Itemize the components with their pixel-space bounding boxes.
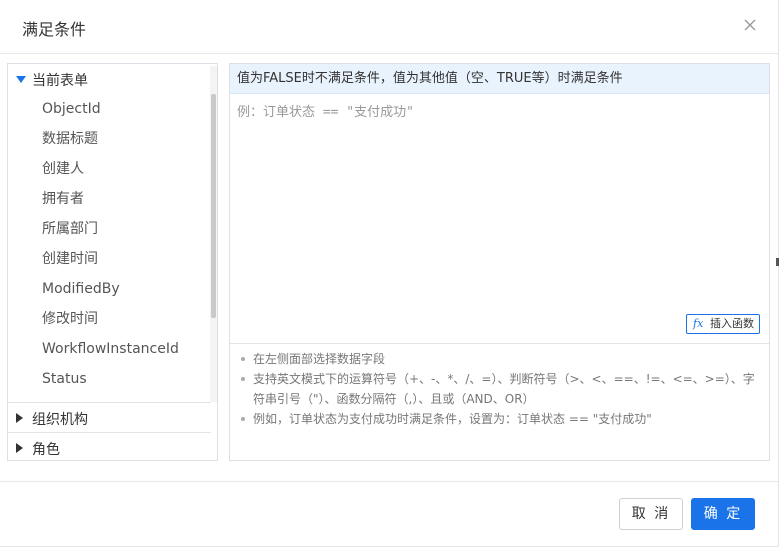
tree-group-current-form[interactable]: 当前表单 bbox=[8, 64, 211, 94]
field-tree-panel: 当前表单 ObjectId 数据标题 创建人 拥有者 所属部门 创建时间 Mod… bbox=[7, 63, 218, 461]
confirm-button[interactable]: 确 定 bbox=[691, 498, 755, 530]
insert-function-label: 插入函数 bbox=[710, 317, 754, 330]
help-note-text: 在左侧面部选择数据字段 bbox=[253, 352, 386, 366]
help-note-text: 例如，订单状态为支付成功时满足条件，设置为：订单状态 == "支付成功" bbox=[253, 412, 652, 426]
field-item-creator[interactable]: 创建人 bbox=[8, 154, 211, 184]
help-note: 在左侧面部选择数据字段 bbox=[238, 349, 763, 369]
insert-function-button[interactable]: fx 插入函数 bbox=[686, 314, 760, 334]
formula-hint: 值为FALSE时不满足条件，值为其他值（空、TRUE等）时满足条件 bbox=[230, 64, 769, 94]
help-note: 支持英文模式下的运算符号（+、-、*、/、=）、判断符号（>、<、==、!=、<… bbox=[238, 369, 763, 409]
field-item-workflowinstanceid[interactable]: WorkflowInstanceId bbox=[8, 334, 211, 364]
help-note-text: 支持英文模式下的运算符号（+、-、*、/、=）、判断符号（>、<、==、!=、<… bbox=[253, 372, 755, 406]
fx-icon: fx bbox=[693, 317, 704, 330]
tree-group-organization[interactable]: 组织机构 bbox=[8, 403, 211, 433]
field-item-objectid[interactable]: ObjectId bbox=[8, 94, 211, 124]
field-item-owner[interactable]: 拥有者 bbox=[8, 184, 211, 214]
help-note: 例如，订单状态为支付成功时满足条件，设置为：订单状态 == "支付成功" bbox=[238, 409, 763, 429]
bullet-icon bbox=[241, 357, 245, 361]
caret-right-icon bbox=[16, 413, 23, 423]
formula-panel: 值为FALSE时不满足条件，值为其他值（空、TRUE等）时满足条件 fx 插入函… bbox=[229, 63, 770, 461]
footer-divider bbox=[0, 481, 778, 482]
caret-down-icon bbox=[16, 76, 26, 83]
field-item-department[interactable]: 所属部门 bbox=[8, 214, 211, 244]
tree-group-role[interactable]: 角色 bbox=[8, 433, 211, 463]
tree-group-label: 当前表单 bbox=[32, 73, 88, 89]
scrollbar-thumb[interactable] bbox=[211, 94, 216, 318]
field-item-modifiedby[interactable]: ModifiedBy bbox=[8, 274, 211, 304]
field-item-data-title[interactable]: 数据标题 bbox=[8, 124, 211, 154]
help-notes: 在左侧面部选择数据字段 支持英文模式下的运算符号（+、-、*、/、=）、判断符号… bbox=[238, 349, 763, 429]
cancel-button[interactable]: 取 消 bbox=[619, 498, 683, 530]
condition-dialog: 满足条件 当前表单 ObjectId 数据标题 创建人 拥有者 所属部门 创建时… bbox=[0, 0, 779, 547]
field-list: ObjectId 数据标题 创建人 拥有者 所属部门 创建时间 Modified… bbox=[8, 94, 211, 394]
formula-editor[interactable] bbox=[230, 94, 769, 343]
field-item-created-time[interactable]: 创建时间 bbox=[8, 244, 211, 274]
field-item-modified-time[interactable]: 修改时间 bbox=[8, 304, 211, 334]
caret-right-icon bbox=[16, 443, 23, 453]
field-item-status[interactable]: Status bbox=[8, 364, 211, 394]
tree-group-label: 组织机构 bbox=[32, 412, 88, 428]
bullet-icon bbox=[241, 417, 245, 421]
close-icon[interactable] bbox=[742, 17, 758, 33]
bullet-icon bbox=[241, 377, 245, 381]
window-edge-handle bbox=[776, 258, 779, 266]
dialog-title: 满足条件 bbox=[22, 20, 87, 39]
tree-group-label: 角色 bbox=[32, 442, 60, 458]
notes-divider bbox=[230, 343, 769, 344]
dialog-header: 满足条件 bbox=[0, 0, 778, 54]
